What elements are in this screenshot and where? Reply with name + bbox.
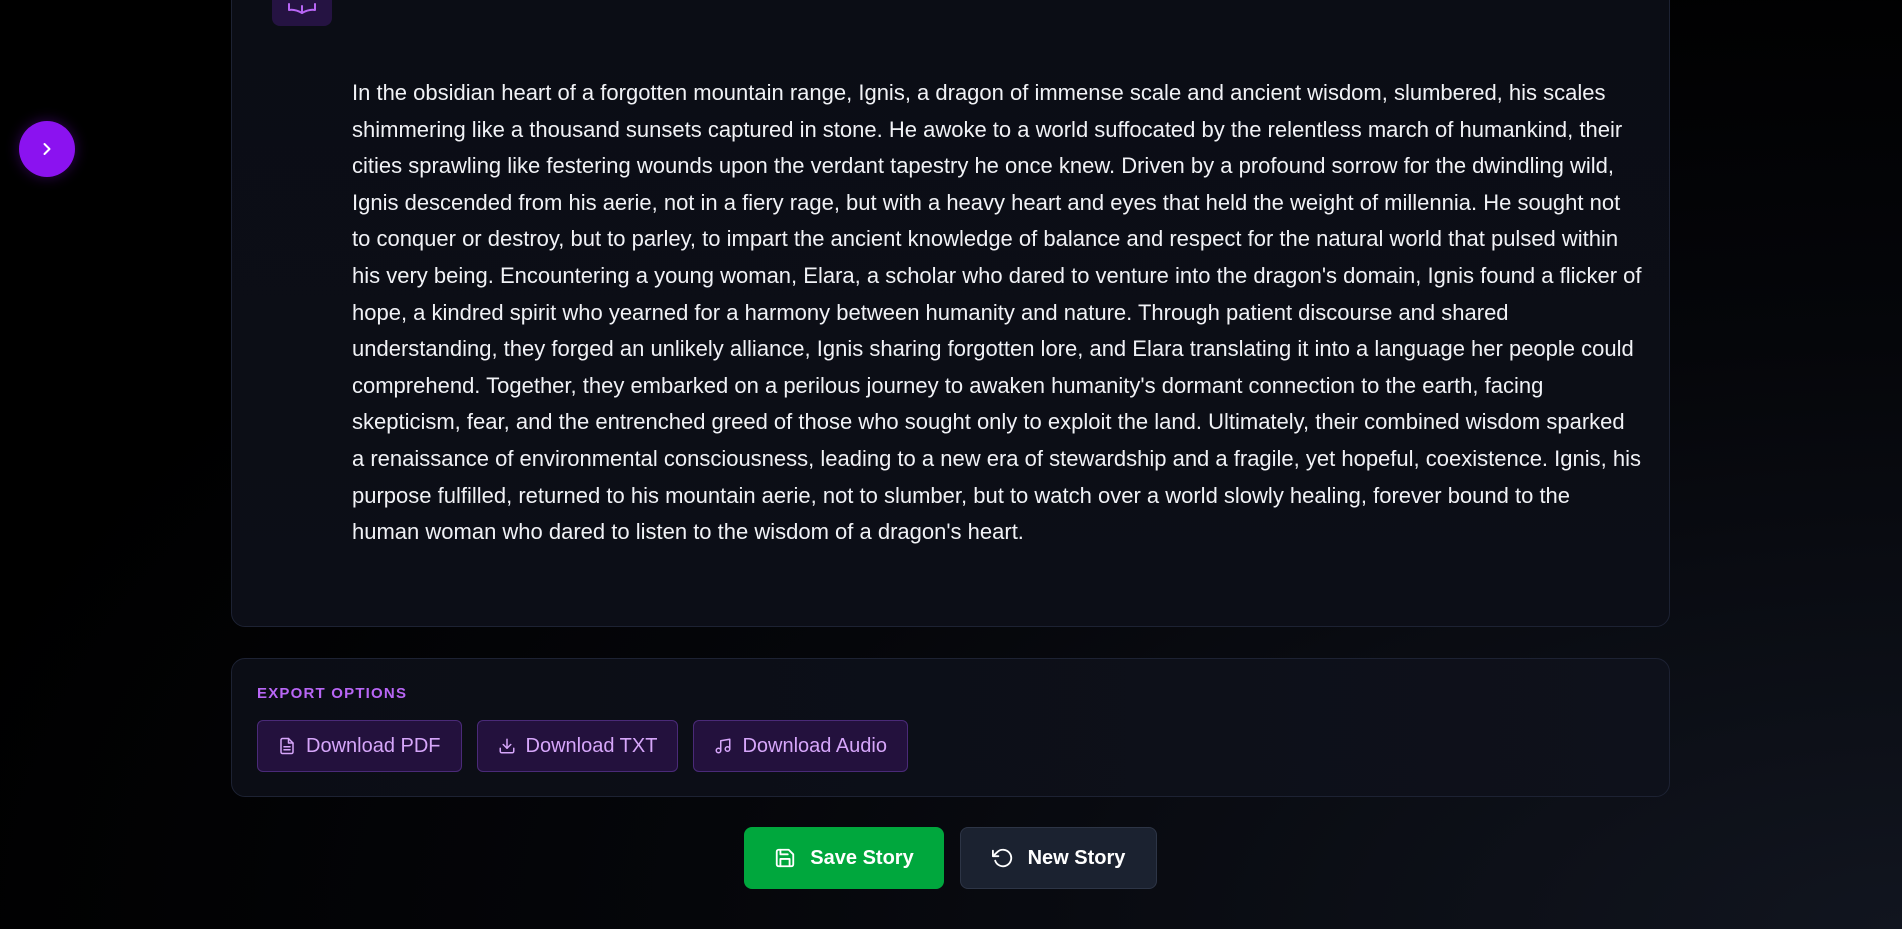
export-buttons-row: Download PDF Download TXT Download Audio [257,720,908,772]
music-icon [715,738,731,754]
save-story-button[interactable]: Save Story [744,827,944,889]
story-text: In the obsidian heart of a forgotten mou… [352,80,1642,545]
download-icon [499,738,515,754]
story-icon-tile [272,0,332,26]
download-txt-label: Download TXT [525,734,658,757]
file-text-icon [280,737,294,755]
new-story-button[interactable]: New Story [960,827,1157,889]
chevron-right-icon [43,143,51,155]
download-pdf-label: Download PDF [306,734,441,757]
export-options-heading: EXPORT OPTIONS [257,685,408,702]
download-txt-button[interactable]: Download TXT [476,720,679,772]
download-audio-button[interactable]: Download Audio [693,720,908,772]
new-story-label: New Story [1027,846,1126,869]
sidebar-toggle-button[interactable] [19,121,75,177]
page: In the obsidian heart of a forgotten mou… [0,0,1902,929]
export-options-card: EXPORT OPTIONS Download PDF Download TXT [231,658,1670,797]
download-pdf-button[interactable]: Download PDF [257,720,462,772]
story-actions: Save Story New Story [744,827,1157,889]
download-audio-label: Download Audio [742,734,887,757]
save-icon [776,848,795,868]
rotate-ccw-icon [991,848,1012,868]
story-card: In the obsidian heart of a forgotten mou… [231,0,1670,627]
book-open-icon [288,3,316,14]
save-story-label: Save Story [810,846,914,869]
